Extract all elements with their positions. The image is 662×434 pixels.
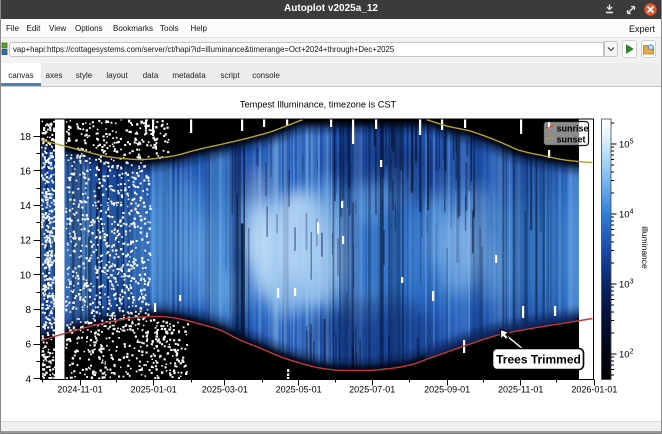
svg-text:12: 12 (20, 236, 32, 247)
svg-text:sunrise: sunrise (557, 124, 589, 134)
svg-text:2025-03-01: 2025-03-01 (202, 385, 248, 395)
svg-text:103: 103 (619, 279, 634, 291)
svg-text:2025-11-01: 2025-11-01 (498, 385, 543, 395)
svg-text:16: 16 (20, 166, 32, 177)
svg-text:4: 4 (25, 374, 31, 385)
svg-text:illuminance: illuminance (640, 226, 650, 269)
svg-text:Tempest Illuminance, timezone: Tempest Illuminance, timezone is CST (240, 100, 397, 110)
svg-text:2025-05-01: 2025-05-01 (276, 385, 322, 395)
svg-text:sunset: sunset (557, 135, 586, 145)
svg-text:104: 104 (619, 209, 634, 221)
svg-text:2025-01-01: 2025-01-01 (131, 385, 177, 395)
svg-text:2025-09-01: 2025-09-01 (424, 385, 470, 395)
svg-text:14: 14 (20, 201, 32, 212)
svg-text:2025-07-01: 2025-07-01 (349, 385, 395, 395)
svg-text:8: 8 (25, 305, 31, 316)
svg-text:102: 102 (619, 349, 634, 361)
svg-text:10: 10 (20, 270, 32, 281)
svg-text:2026-01-01: 2026-01-01 (571, 385, 617, 395)
svg-text:2024-11-01: 2024-11-01 (57, 385, 102, 395)
svg-text:18: 18 (20, 132, 32, 143)
svg-text:Trees Trimmed: Trees Trimmed (496, 353, 581, 367)
svg-text:105: 105 (619, 139, 634, 151)
svg-text:6: 6 (25, 340, 31, 351)
